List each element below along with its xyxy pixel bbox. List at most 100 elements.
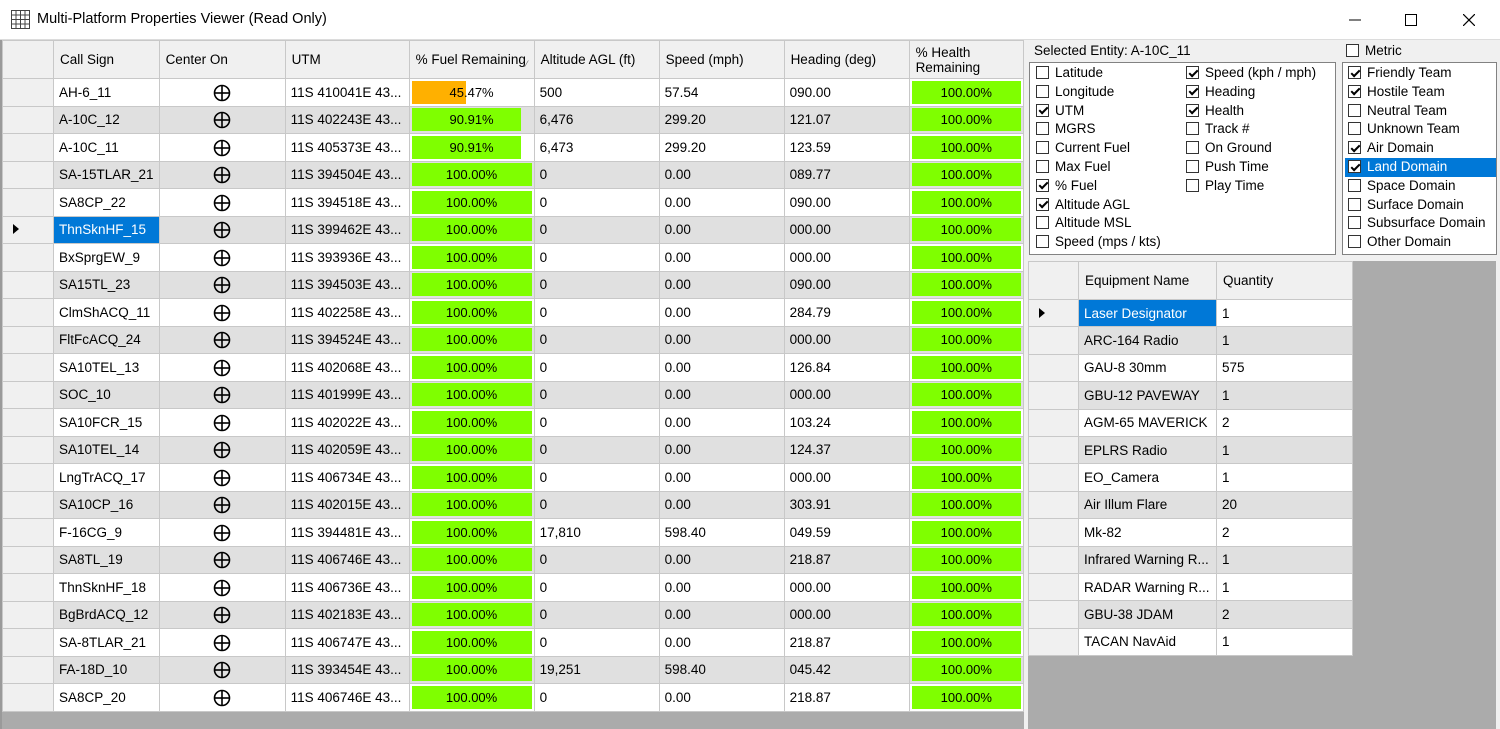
table-row[interactable]: EPLRS Radio 1 — [1028, 435, 1353, 465]
cell-call-sign[interactable]: SA10TEL_14 — [53, 435, 160, 464]
minimize-button[interactable] — [1326, 0, 1384, 40]
center-on-button[interactable] — [158, 628, 286, 657]
cell-heading[interactable]: 303.91 — [783, 490, 910, 519]
cell-health-bar[interactable]: 100.00% — [908, 463, 1025, 492]
cell-utm[interactable]: 11S 406746E 43... — [284, 545, 410, 574]
checkbox[interactable] — [1036, 66, 1049, 79]
cell-speed[interactable]: 0.00 — [658, 215, 785, 244]
cell-utm[interactable]: 11S 394503E 43... — [284, 270, 410, 299]
cell-speed[interactable]: 0.00 — [658, 683, 785, 712]
table-row[interactable]: AH-6_11 11S 410041E 43... 45.47% 500 57.54 09… — [2, 78, 1025, 107]
cell-utm[interactable]: 11S 406736E 43... — [284, 573, 410, 602]
row-header[interactable] — [2, 133, 54, 162]
property-checkbox-item[interactable]: Latitude — [1033, 64, 1103, 83]
cell-equipment-name[interactable]: RADAR Warning R... — [1078, 572, 1217, 602]
table-row[interactable]: Laser Designator 1 — [1028, 298, 1353, 328]
property-checkbox-item[interactable]: Push Time — [1183, 158, 1269, 177]
cell-quantity[interactable]: 575 — [1216, 353, 1353, 383]
col-header-health[interactable]: % Health Remaining — [908, 40, 1025, 79]
cell-heading[interactable]: 090.00 — [783, 270, 910, 299]
col-header-equipment-name[interactable]: Equipment Name — [1078, 261, 1217, 300]
checkbox[interactable] — [1036, 122, 1049, 136]
row-header[interactable] — [2, 325, 54, 354]
cell-alt[interactable]: 0 — [533, 298, 660, 327]
cell-call-sign[interactable]: BgBrdACQ_12 — [53, 600, 160, 629]
checkbox[interactable] — [1348, 66, 1361, 79]
property-checkbox-item[interactable]: Track # — [1183, 120, 1250, 139]
cell-alt[interactable]: 0 — [533, 325, 660, 354]
cell-call-sign[interactable]: AH-6_11 — [53, 78, 160, 107]
center-on-button[interactable] — [158, 105, 286, 134]
cell-heading[interactable]: 218.87 — [783, 545, 910, 574]
cell-speed[interactable]: 299.20 — [658, 133, 785, 162]
cell-alt[interactable]: 6,476 — [533, 105, 660, 134]
center-on-button[interactable] — [158, 573, 286, 602]
cell-alt[interactable]: 6,473 — [533, 133, 660, 162]
cell-health-bar[interactable]: 100.00% — [908, 435, 1025, 464]
row-header[interactable] — [2, 573, 54, 602]
cell-alt[interactable]: 500 — [533, 78, 660, 107]
cell-fuel-bar[interactable]: 100.00% — [408, 408, 535, 437]
cell-speed[interactable]: 0.00 — [658, 353, 785, 382]
row-header[interactable] — [2, 628, 54, 657]
cell-health-bar[interactable]: 100.00% — [908, 600, 1025, 629]
cell-utm[interactable]: 11S 410041E 43... — [284, 78, 410, 107]
cell-fuel-bar[interactable]: 100.00% — [408, 463, 535, 492]
table-row[interactable]: ARC-164 Radio 1 — [1028, 326, 1353, 355]
cell-health-bar[interactable]: 100.00% — [908, 490, 1025, 519]
cell-heading[interactable]: 121.07 — [783, 105, 910, 134]
cell-speed[interactable]: 0.00 — [658, 600, 785, 629]
row-header[interactable] — [1028, 326, 1079, 355]
cell-speed[interactable]: 0.00 — [658, 435, 785, 464]
cell-call-sign[interactable]: A-10C_12 — [53, 105, 160, 134]
cell-alt[interactable]: 0 — [533, 353, 660, 382]
table-row[interactable]: F-16CG_9 11S 394481E 43... 100.00% 17,810 59… — [2, 518, 1025, 547]
metric-checkbox[interactable]: Metric — [1346, 43, 1402, 58]
cell-health-bar[interactable]: 100.00% — [908, 298, 1025, 327]
table-row[interactable]: SA8CP_20 11S 406746E 43... 100.00% 0 0.00 218… — [2, 683, 1025, 712]
cell-fuel-bar[interactable]: 100.00% — [408, 298, 535, 327]
cell-utm[interactable]: 11S 406734E 43... — [284, 463, 410, 492]
center-on-button[interactable] — [158, 160, 286, 189]
cell-call-sign[interactable]: ThnSknHF_15 — [53, 215, 160, 244]
cell-call-sign[interactable]: ClmShACQ_11 — [53, 298, 160, 327]
cell-health-bar[interactable]: 100.00% — [908, 628, 1025, 657]
checkbox[interactable] — [1186, 66, 1199, 79]
cell-heading[interactable]: 089.77 — [783, 160, 910, 189]
cell-speed[interactable]: 57.54 — [658, 78, 785, 107]
cell-fuel-bar[interactable]: 100.00% — [408, 270, 535, 299]
row-header[interactable] — [1028, 627, 1079, 657]
table-row[interactable]: ClmShACQ_11 11S 402258E 43... 100.00% 0 0.00… — [2, 298, 1025, 327]
row-header[interactable] — [2, 463, 54, 492]
cell-equipment-name[interactable]: Laser Designator — [1078, 298, 1217, 328]
row-header[interactable] — [2, 655, 54, 684]
cell-quantity[interactable]: 2 — [1216, 518, 1353, 547]
checkbox[interactable] — [1348, 197, 1361, 211]
cell-heading[interactable]: 000.00 — [783, 573, 910, 602]
cell-equipment-name[interactable]: Infrared Warning R... — [1078, 545, 1217, 574]
cell-equipment-name[interactable]: GBU-12 PAVEWAY — [1078, 381, 1217, 410]
domain-checkbox-item[interactable]: Hostile Team — [1345, 83, 1496, 102]
property-checkbox-item[interactable]: MGRS — [1033, 120, 1096, 139]
table-row[interactable]: ThnSknHF_15 11S 399462E 43... 100.00% 0 0.00… — [2, 215, 1025, 244]
cell-utm[interactable]: 11S 402022E 43... — [284, 408, 410, 437]
domain-checkbox-item[interactable]: Subsurface Domain — [1345, 214, 1496, 233]
center-on-button[interactable] — [158, 353, 286, 382]
cell-alt[interactable]: 0 — [533, 628, 660, 657]
row-header[interactable] — [2, 435, 54, 464]
table-row[interactable]: SA8TL_19 11S 406746E 43... 100.00% 0 0.00 218… — [2, 545, 1025, 574]
cell-equipment-name[interactable]: EPLRS Radio — [1078, 435, 1217, 465]
cell-quantity[interactable]: 1 — [1216, 627, 1353, 657]
row-header[interactable] — [1028, 518, 1079, 547]
cell-speed[interactable]: 299.20 — [658, 105, 785, 134]
cell-utm[interactable]: 11S 401999E 43... — [284, 380, 410, 409]
cell-health-bar[interactable]: 100.00% — [908, 243, 1025, 272]
table-row[interactable]: BxSprgEW_9 11S 393936E 43... 100.00% 0 0.00 0… — [2, 243, 1025, 272]
cell-fuel-bar[interactable]: 100.00% — [408, 160, 535, 189]
cell-fuel-bar[interactable]: 100.00% — [408, 518, 535, 547]
domain-checkbox-item[interactable]: Friendly Team — [1345, 64, 1496, 83]
entity-grid[interactable]: Call Sign Center On UTM % Fuel Remaining… — [0, 40, 1025, 729]
maximize-button[interactable] — [1382, 0, 1440, 40]
cell-speed[interactable]: 0.00 — [658, 463, 785, 492]
cell-equipment-name[interactable]: GBU-38 JDAM — [1078, 600, 1217, 629]
